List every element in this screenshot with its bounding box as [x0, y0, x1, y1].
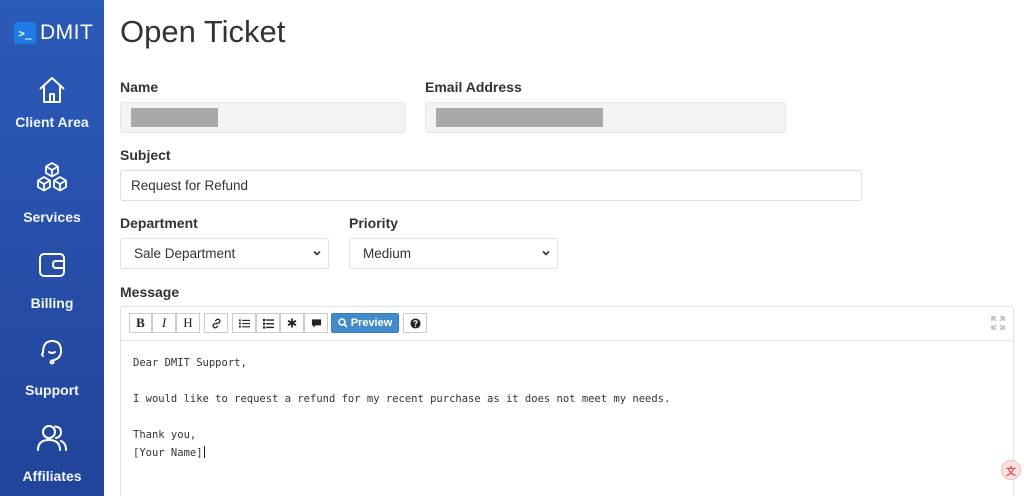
message-line-blank — [133, 372, 1001, 390]
cubes-icon — [37, 162, 67, 192]
asterisk-icon — [287, 318, 297, 328]
department-select[interactable]: Sale Department — [120, 238, 329, 269]
sidebar-item-label: Billing — [30, 295, 74, 311]
subject-input[interactable]: Request for Refund — [120, 170, 862, 201]
sidebar-item-label: Support — [25, 382, 79, 398]
department-label: Department — [120, 215, 198, 231]
numbered-list-button[interactable] — [256, 313, 280, 333]
message-textarea[interactable]: Dear DMIT Support, I would like to reque… — [121, 341, 1013, 475]
main-content: Open Ticket Name Email Address Subject R… — [120, 0, 1024, 496]
image-button[interactable] — [280, 313, 304, 333]
sidebar-item-label: Services — [23, 209, 81, 225]
name-field[interactable] — [120, 102, 406, 133]
sidebar: >_ DMIT Client Area Services Billing Sup… — [0, 0, 104, 496]
message-editor: B I H Preview Dear DMIT Support, I would… — [120, 306, 1014, 496]
headset-icon — [41, 339, 63, 365]
subject-label: Subject — [120, 147, 171, 163]
terminal-icon: >_ — [14, 22, 36, 44]
message-label: Message — [120, 284, 180, 300]
message-line: Thank you, — [133, 429, 197, 441]
bulleted-list-button[interactable] — [232, 313, 256, 333]
search-icon — [337, 318, 348, 328]
list-ul-icon — [238, 318, 250, 328]
fullscreen-icon[interactable] — [991, 316, 1005, 330]
preview-label: Preview — [350, 317, 393, 329]
italic-button[interactable]: I — [152, 313, 176, 333]
message-line: Dear DMIT Support, — [133, 357, 247, 369]
chevron-down-icon — [542, 250, 550, 256]
sidebar-item-billing[interactable]: Billing — [0, 249, 104, 311]
link-button[interactable] — [204, 313, 228, 333]
message-line-blank — [133, 408, 1001, 426]
department-value: Sale Department — [134, 246, 236, 261]
message-line: I would like to request a refund for my … — [133, 393, 671, 405]
home-icon — [39, 77, 65, 103]
page-title: Open Ticket — [120, 14, 286, 49]
preview-button[interactable]: Preview — [331, 313, 399, 333]
comment-icon — [311, 318, 321, 328]
list-ol-icon — [262, 318, 274, 329]
sidebar-item-label: Affiliates — [22, 468, 82, 484]
brand-name: DMIT — [40, 21, 94, 44]
link-icon — [211, 318, 221, 328]
name-label: Name — [120, 79, 159, 95]
question-circle-icon — [409, 317, 421, 329]
sidebar-item-support[interactable]: Support — [0, 336, 104, 398]
priority-select[interactable]: Medium — [349, 238, 558, 269]
email-label: Email Address — [425, 79, 522, 95]
users-icon — [37, 425, 67, 451]
help-button[interactable] — [403, 313, 427, 333]
priority-label: Priority — [349, 215, 399, 231]
sidebar-item-services[interactable]: Services — [0, 161, 104, 225]
chevron-down-icon — [313, 250, 321, 256]
redacted-name — [131, 108, 218, 127]
heading-button[interactable]: H — [176, 313, 200, 333]
email-field[interactable] — [425, 102, 786, 133]
redacted-email — [436, 108, 603, 127]
wallet-icon — [39, 253, 65, 277]
sidebar-item-affiliates[interactable]: Affiliates — [0, 422, 104, 484]
sidebar-item-client-area[interactable]: Client Area — [0, 74, 104, 130]
text-cursor — [203, 446, 205, 458]
editor-toolbar: B I H Preview — [121, 307, 1013, 341]
message-line: [Your Name] — [133, 447, 203, 459]
quote-button[interactable] — [304, 313, 328, 333]
sidebar-item-label: Client Area — [15, 114, 89, 130]
brand-logo[interactable]: >_ DMIT — [14, 21, 93, 45]
priority-value: Medium — [363, 246, 412, 261]
bold-button[interactable]: B — [129, 313, 152, 333]
translate-icon[interactable]: 文 — [1001, 460, 1021, 480]
message-line-last: [Your Name] — [133, 444, 1001, 462]
